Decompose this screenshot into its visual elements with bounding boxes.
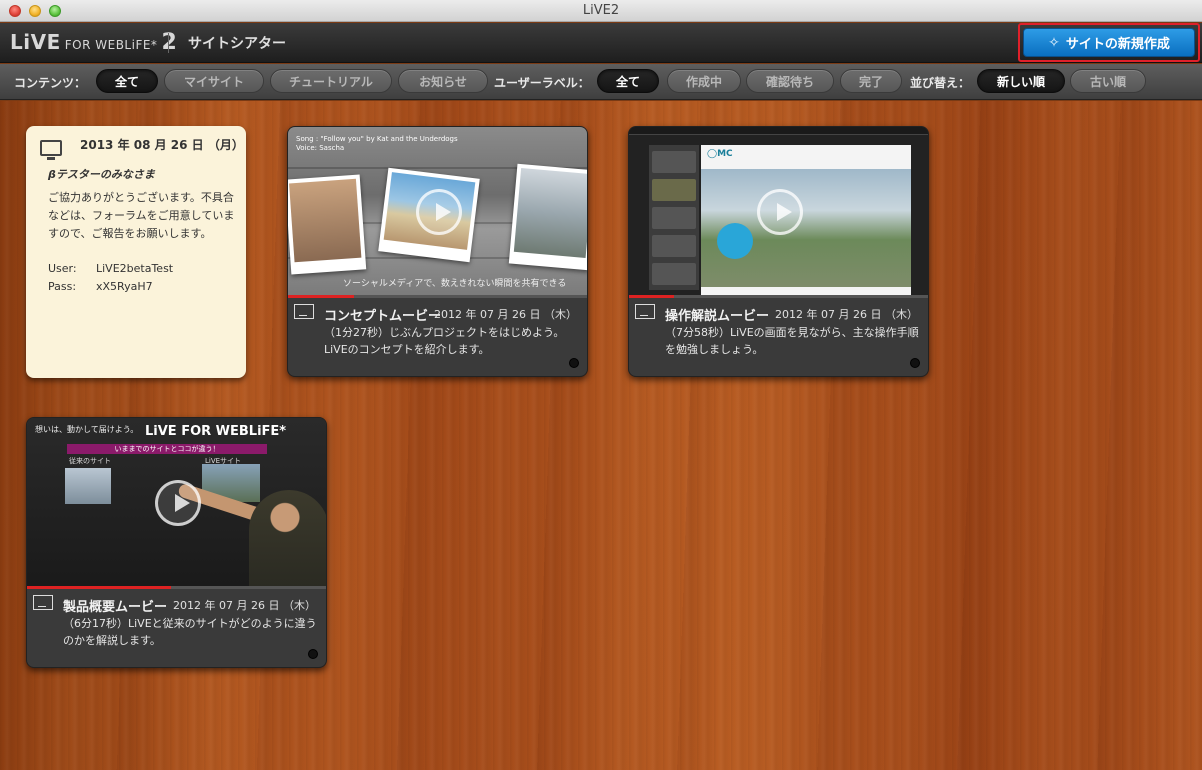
song-credit: Song : "Follow you" by Kat and the Under… <box>296 135 458 153</box>
notice-date: 2013 年 08 月 26 日 （月） <box>80 138 244 152</box>
video-title: 操作解説ムービー <box>665 309 770 324</box>
notice-pass-line: Pass: xX5RyaH7 <box>48 280 153 293</box>
play-button[interactable] <box>154 480 201 526</box>
video-progress-fill <box>27 586 172 589</box>
contents-filter-label: コンテンツ： <box>14 76 87 90</box>
app-screenshot-topbar <box>629 127 928 135</box>
new-site-highlight: ✧ サイトの新規作成 <box>1018 23 1200 62</box>
sort-label: 並び替え： <box>910 76 971 90</box>
sort-newest[interactable]: 新しい順 <box>977 69 1065 93</box>
logo-version: 2 <box>161 30 177 55</box>
video-date: 2012 年 07 月 26 日 （木） <box>775 308 918 321</box>
filter-contents-tutorial[interactable]: チュートリアル <box>270 69 392 93</box>
song-credit-line2: Voice: Sascha <box>296 144 345 152</box>
video-status-dot[interactable] <box>569 358 579 368</box>
video-card-concept[interactable]: Song : "Follow you" by Kat and the Under… <box>287 126 588 377</box>
filter-label-awaiting-review[interactable]: 確認待ち <box>746 69 834 93</box>
monitor-icon <box>40 140 62 160</box>
filter-contents-news[interactable]: お知らせ <box>398 69 488 93</box>
video-description: （6分17秒）LiVEと従来のサイトがどのように違うのかを解説します。 <box>63 617 317 647</box>
filter-bar: コンテンツ： 全て マイサイト チュートリアル お知らせ ユーザーラベル： 全て… <box>0 64 1202 100</box>
logo-main-text: LiVE <box>10 30 61 54</box>
theater-board: 2013 年 08 月 26 日 （月） βテスターのみなさま ご協力ありがとう… <box>0 101 1202 770</box>
photo-image <box>513 168 587 258</box>
video-status-dot[interactable] <box>308 649 318 659</box>
video-progress-bar[interactable] <box>288 295 587 298</box>
beta-notice-card[interactable]: 2013 年 08 月 26 日 （月） βテスターのみなさま ご協力ありがとう… <box>26 126 246 378</box>
filter-label-all[interactable]: 全て <box>597 69 659 93</box>
notice-heading: βテスターのみなさま <box>48 168 155 181</box>
screen-icon <box>33 595 53 610</box>
video-caption: ソーシャルメディアで、数えきれない瞬間を共有できる <box>343 279 567 289</box>
app-header: LiVE FOR WEBLiFE* 2 サイトシアター ✧ サイトの新規作成 <box>0 23 1202 63</box>
window-title: LiVE2 <box>582 3 620 18</box>
video-thumbnail-concept[interactable]: Song : "Follow you" by Kat and the Under… <box>288 127 587 297</box>
photo-frame <box>508 163 587 271</box>
screen-icon <box>294 304 314 319</box>
notice-user-value: LiVE2betaTest <box>96 262 174 275</box>
header-divider <box>168 33 169 53</box>
app-screenshot-page: ◯MC <box>701 145 911 295</box>
song-credit-line1: Song : "Follow you" by Kat and the Under… <box>296 135 458 143</box>
notice-pass-value: xX5RyaH7 <box>96 280 153 293</box>
play-button[interactable] <box>415 189 462 235</box>
presenter-image <box>249 490 326 588</box>
video-status-dot[interactable] <box>910 358 920 368</box>
video-title: コンセプトムービー <box>324 309 442 324</box>
screen-icon <box>635 304 655 319</box>
sidebar-thumb <box>652 207 696 229</box>
video-card-operations[interactable]: ◯MC 操作解説ムービー 2012 年 07 月 26 日 （木） （7分58秒… <box>628 126 929 377</box>
page-title: サイトシアター <box>188 36 286 52</box>
app-logo: LiVE FOR WEBLiFE* 2 <box>10 30 177 55</box>
sidebar-thumb <box>652 235 696 257</box>
title-bar: LiVE2 <box>0 0 1202 22</box>
slide-header: 想いは、動かして届けよう。 <box>35 425 139 434</box>
video-date: 2012 年 07 月 26 日 （木） <box>173 599 316 612</box>
notice-pass-key: Pass: <box>48 280 77 293</box>
notice-body: ご協力ありがとうございます。不具合などは、フォーラムをご用意していますので、ご報… <box>48 191 235 240</box>
site-logo-image: ◯MC <box>707 149 733 159</box>
video-progress-bar[interactable] <box>27 586 326 589</box>
sort-oldest[interactable]: 古い順 <box>1070 69 1146 93</box>
filter-contents-mysite[interactable]: マイサイト <box>164 69 264 93</box>
filter-label-in-progress[interactable]: 作成中 <box>667 69 741 93</box>
video-description: （1分27秒）じぶんプロジェクトをはじめよう。LiVEのコンセプトを紹介します。 <box>324 326 565 356</box>
video-card-overview[interactable]: 想いは、動かして届けよう。 LiVE FOR WEBLiFE* いままでのサイト… <box>26 417 327 668</box>
video-date: 2012 年 07 月 26 日 （木） <box>434 308 577 321</box>
sidebar-thumb <box>652 151 696 173</box>
user-label-filter-label: ユーザーラベル： <box>494 76 590 90</box>
video-title: 製品概要ムービー <box>63 600 168 615</box>
new-site-button[interactable]: ✧ サイトの新規作成 <box>1023 28 1195 57</box>
play-button[interactable] <box>756 189 803 235</box>
video-progress-bar[interactable] <box>629 295 928 298</box>
filter-contents-all[interactable]: 全て <box>96 69 158 93</box>
new-site-button-label: サイトの新規作成 <box>1065 37 1170 52</box>
notice-user-key: User: <box>48 262 77 275</box>
sidebar-thumb <box>652 179 696 201</box>
app-window: LiVE2 LiVE FOR WEBLiFE* 2 サイトシアター ✧ サイトの新規… <box>0 0 1202 770</box>
slide-band: いままでのサイトとココが違う！ <box>67 444 267 454</box>
slide-left-label: 従来のサイト <box>69 457 111 465</box>
logo-sub-text: FOR WEBLiFE* <box>64 38 158 52</box>
video-thumbnail-operations[interactable]: ◯MC <box>629 127 928 297</box>
slide-band-text: いままでのサイトとココが違う！ <box>114 445 220 453</box>
sidebar-thumb <box>652 263 696 285</box>
photo-image <box>289 178 362 263</box>
photo-frame <box>288 174 367 275</box>
slide-brand: LiVE FOR WEBLiFE* <box>145 424 287 439</box>
video-thumbnail-overview[interactable]: 想いは、動かして届けよう。 LiVE FOR WEBLiFE* いままでのサイト… <box>27 418 326 588</box>
site-bubble-graphic <box>717 223 753 259</box>
video-progress-fill <box>288 295 355 298</box>
sparkle-icon: ✧ <box>1048 34 1060 51</box>
video-progress-fill <box>629 295 675 298</box>
filter-label-done[interactable]: 完了 <box>840 69 902 93</box>
app-screenshot-sidebar <box>649 145 699 290</box>
notice-user-line: User: LiVE2betaTest <box>48 262 173 275</box>
video-description: （7分58秒）LiVEの画面を見ながら、主な操作手順を勉強しましょう。 <box>665 326 919 356</box>
slide-screenshot-old <box>65 468 111 504</box>
